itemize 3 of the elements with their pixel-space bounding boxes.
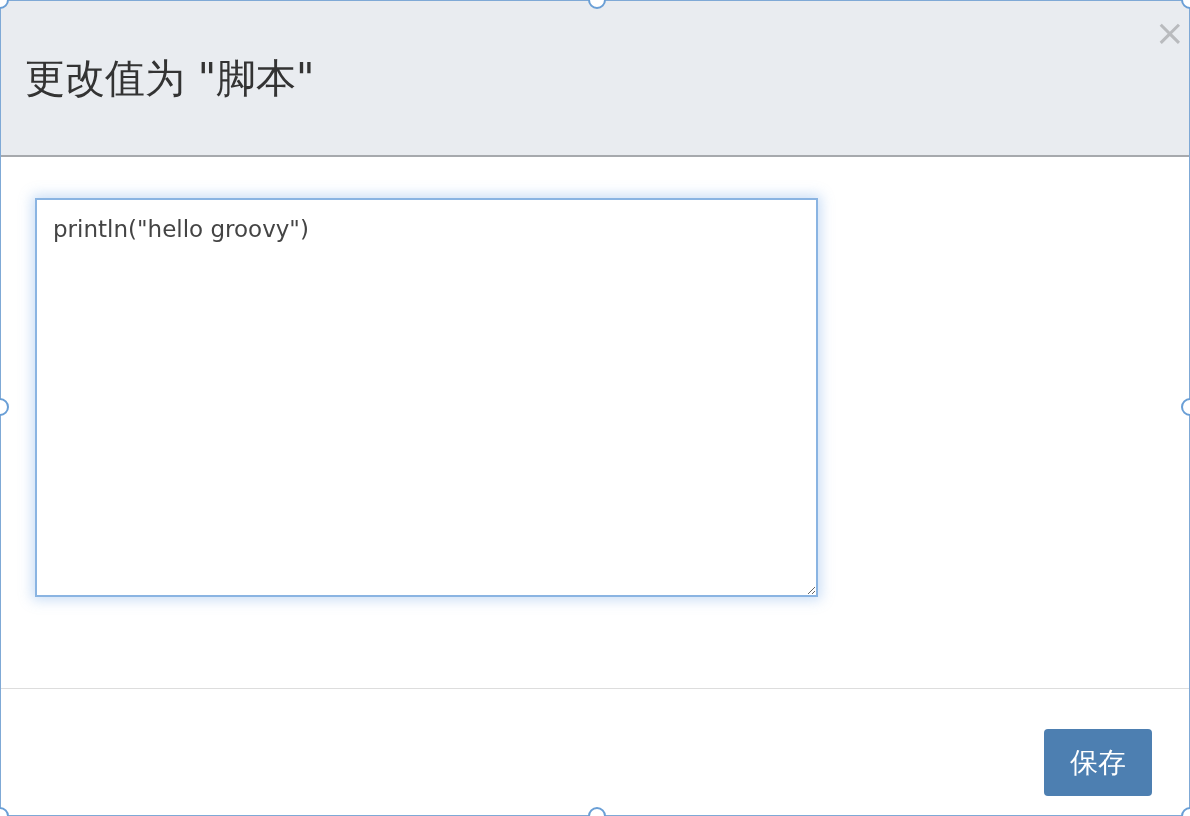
save-button[interactable]: 保存 — [1044, 729, 1152, 796]
dialog-title: 更改值为 "脚本" — [25, 54, 315, 102]
script-input-field[interactable]: println("hello groovy") — [35, 198, 818, 597]
